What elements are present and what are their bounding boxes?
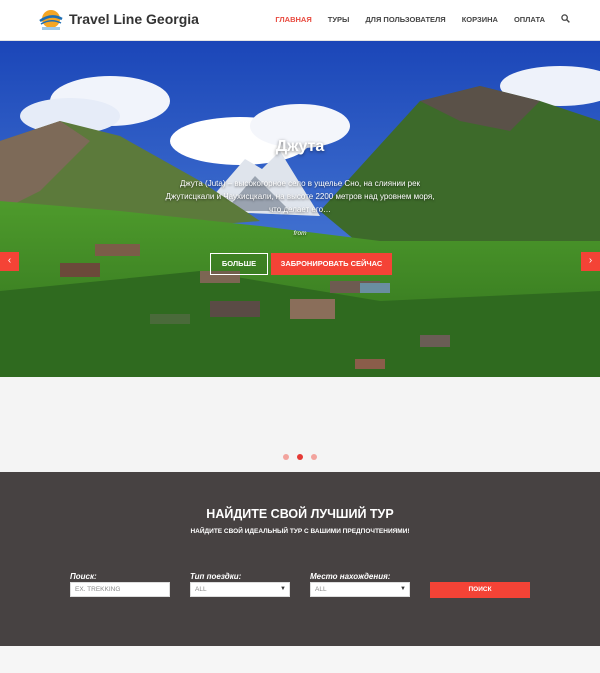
dropdown-caret-icon: ▼	[280, 586, 286, 592]
main-nav: ГЛАВНАЯ ТУРЫ ДЛЯ ПОЛЬЗОВАТЕЛЯ КОРЗИНА ОП…	[259, 14, 570, 24]
dropdown-caret-icon: ▼	[400, 586, 406, 592]
carousel-dot-3[interactable]	[311, 454, 317, 460]
site-header: Travel Line Georgia ГЛАВНАЯ ТУРЫ ДЛЯ ПОЛ…	[0, 0, 600, 41]
search-subtitle: НАЙДИТЕ СВОЙ ИДЕАЛЬНЫЙ ТУР С ВАШИМИ ПРЕД…	[190, 528, 410, 535]
carousel-dots	[0, 454, 600, 460]
hero-description: Джута (Juta) – высокогорное село в ущель…	[165, 179, 435, 214]
carousel-dot-2[interactable]	[297, 454, 303, 460]
nav-item-cart[interactable]: КОРЗИНА	[462, 15, 498, 24]
chevron-left-icon: ‹	[7, 255, 12, 266]
carousel-band	[0, 377, 600, 472]
carousel-dot-1[interactable]	[283, 454, 289, 460]
chevron-right-icon: ›	[588, 255, 593, 266]
search-input[interactable]: EX. TREKKING	[70, 582, 170, 597]
search-submit-button[interactable]: ПОИСК	[430, 582, 530, 598]
site-brand[interactable]: Travel Line Georgia	[69, 11, 199, 27]
nav-item-payment[interactable]: ОПЛАТА	[514, 15, 545, 24]
tour-search-section: НАЙДИТЕ СВОЙ ЛУЧШИЙ ТУР НАЙДИТЕ СВОЙ ИДЕ…	[0, 472, 600, 646]
location-label: Место нахождения:	[310, 572, 391, 581]
search-icon[interactable]	[561, 14, 570, 23]
location-value: ALL	[315, 586, 327, 593]
search-title: НАЙДИТЕ СВОЙ ЛУЧШИЙ ТУР	[206, 507, 394, 521]
trip-type-value: ALL	[195, 586, 207, 593]
nav-item-tours[interactable]: ТУРЫ	[328, 15, 350, 24]
hero-from-label: from	[293, 230, 307, 237]
hero-slider: Джута Джута (Juta) – высокогорное село в…	[0, 41, 600, 377]
more-button[interactable]: БОЛЬШЕ	[210, 253, 268, 275]
trip-type-select[interactable]: ALL ▼	[190, 582, 290, 597]
location-select[interactable]: ALL ▼	[310, 582, 410, 597]
nav-item-for-users[interactable]: ДЛЯ ПОЛЬЗОВАТЕЛЯ	[365, 15, 445, 24]
footer-strip	[0, 646, 600, 673]
hero-title: Джута	[275, 138, 325, 155]
slider-next-button[interactable]: ›	[581, 252, 600, 271]
sun-globe-logo-icon[interactable]	[38, 7, 64, 33]
trip-type-label: Тип поездки:	[190, 572, 242, 581]
search-field-label: Поиск:	[70, 572, 97, 581]
slider-prev-button[interactable]: ‹	[0, 252, 19, 271]
nav-item-home[interactable]: ГЛАВНАЯ	[275, 15, 311, 24]
book-now-button[interactable]: ЗАБРОНИРОВАТЬ СЕЙЧАС	[271, 253, 392, 275]
